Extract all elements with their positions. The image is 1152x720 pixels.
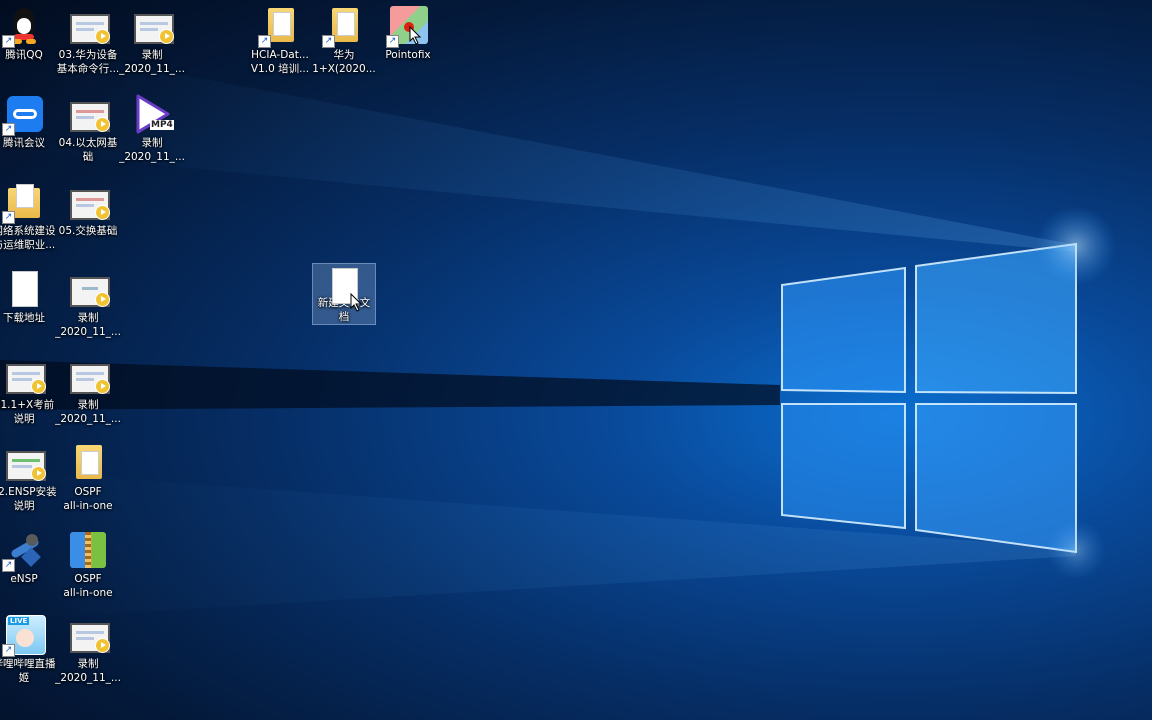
desktop-icon-network-folder[interactable]: ↗ 网络系统建设 与运维职业... bbox=[0, 178, 56, 262]
video-file-icon bbox=[68, 94, 110, 134]
icon-label: 网络系统建设 与运维职业... bbox=[0, 225, 56, 251]
icon-label: 腾讯QQ bbox=[5, 49, 43, 61]
desktop-icon-exam-notes-video[interactable]: 01.1+X考前 说明 bbox=[0, 352, 56, 436]
shortcut-arrow-icon: ↗ bbox=[2, 644, 15, 657]
icon-label: 腾讯会议 bbox=[3, 137, 45, 149]
video-file-icon bbox=[68, 615, 110, 655]
icon-label: 下载地址 bbox=[3, 312, 45, 324]
play-badge-icon bbox=[95, 292, 110, 307]
play-badge-icon bbox=[95, 117, 110, 132]
folder-icon: ↗ bbox=[2, 182, 44, 224]
desktop-icon-download-address[interactable]: 下载地址 bbox=[0, 265, 56, 349]
desktop-icon-bilibili-live[interactable]: LIVE ↗ 哔哩哔哩直播 姬 bbox=[0, 611, 56, 695]
tencent-meeting-icon: ↗ bbox=[2, 94, 44, 136]
shortcut-arrow-icon: ↗ bbox=[2, 559, 15, 572]
shortcut-arrow-icon: ↗ bbox=[2, 123, 15, 136]
icon-label: HCIA-Dat... V1.0 培训... bbox=[250, 49, 310, 75]
desktop-icon-huawei-cli-video[interactable]: 03.华为设备 基本命令行... bbox=[56, 2, 120, 86]
folder-icon: ↗ bbox=[322, 6, 364, 48]
video-file-icon bbox=[68, 269, 110, 309]
icon-label: OSPF all-in-one bbox=[63, 573, 113, 599]
desktop-icon-new-text-document[interactable]: 新建文本文档 bbox=[312, 263, 376, 325]
desktop-icon-switching-video[interactable]: 05.交换基础 bbox=[56, 178, 120, 262]
play-badge-icon bbox=[95, 205, 110, 220]
desktop-icon-pointofix[interactable]: ↗ Pointofix bbox=[376, 2, 440, 86]
qq-penguin-icon: ↗ bbox=[2, 6, 44, 48]
icon-label: 录制 _2020_11_... bbox=[55, 658, 121, 684]
icon-label: 华为 1+X(2020... bbox=[312, 49, 376, 75]
icon-label: 05.交换基础 bbox=[58, 225, 118, 237]
icon-label: 录制 _2020_11_... bbox=[55, 312, 121, 338]
icon-label: 03.华为设备 基本命令行... bbox=[56, 49, 120, 75]
desktop-icon-ethernet-video[interactable]: 04.以太网基 础 bbox=[56, 90, 120, 174]
play-badge-icon bbox=[95, 29, 110, 44]
icon-label: 哔哩哔哩直播 姬 bbox=[0, 658, 56, 684]
desktop-icon-qq[interactable]: ↗ 腾讯QQ bbox=[0, 2, 56, 86]
window-pane-bottom-left bbox=[782, 404, 905, 528]
play-badge-icon bbox=[95, 379, 110, 394]
desktop-icon-ospf-doc[interactable]: OSPF all-in-one bbox=[56, 439, 120, 523]
icon-label: 录制 _2020_11_... bbox=[119, 49, 185, 75]
window-pane-top-left bbox=[782, 268, 905, 392]
mp4-video-icon: MP4 bbox=[132, 94, 174, 134]
live-badge: LIVE bbox=[8, 617, 30, 625]
mp4-badge: MP4 bbox=[150, 120, 174, 130]
text-document-icon bbox=[324, 268, 364, 304]
video-file-icon bbox=[4, 356, 46, 396]
icon-label: 录制 _2020_11_... bbox=[119, 137, 185, 163]
video-file-icon bbox=[68, 182, 110, 222]
icon-label: 录制 _2020_11_... bbox=[55, 399, 121, 425]
desktop-icon-huawei-1x[interactable]: ↗ 华为 1+X(2020... bbox=[312, 2, 376, 86]
shortcut-arrow-icon: ↗ bbox=[2, 211, 15, 224]
shortcut-arrow-icon: ↗ bbox=[258, 35, 271, 48]
mouse-cursor-icon bbox=[350, 293, 363, 312]
icon-label: OSPF all-in-one bbox=[63, 486, 113, 512]
shortcut-arrow-icon: ↗ bbox=[2, 35, 15, 48]
desktop-icon-recording-4[interactable]: 录制 _2020_11_... bbox=[55, 352, 121, 436]
play-badge-icon bbox=[95, 638, 110, 653]
icon-label: 01.1+X考前 说明 bbox=[0, 399, 55, 425]
desktop-icon-recording-3[interactable]: 录制 _2020_11_... bbox=[55, 265, 121, 349]
desktop-icon-recording-1[interactable]: 录制 _2020_11_... bbox=[119, 2, 185, 86]
play-badge-icon bbox=[31, 379, 46, 394]
icon-label: eNSP bbox=[10, 573, 38, 585]
ensp-app-icon: ↗ bbox=[2, 530, 44, 572]
icon-label: 02.ENSP安装 说明 bbox=[0, 486, 57, 512]
video-file-icon bbox=[132, 6, 174, 46]
icon-label: 04.以太网基 础 bbox=[58, 137, 118, 163]
icon-label: Pointofix bbox=[385, 49, 431, 61]
desktop-icon-ospf-archive[interactable]: OSPF all-in-one bbox=[56, 526, 120, 610]
desktop-icon-recording-mp4[interactable]: MP4 录制 _2020_11_... bbox=[119, 90, 185, 174]
folder-document-icon bbox=[68, 443, 108, 483]
desktop-icon-hcia-datacom[interactable]: ↗ HCIA-Dat... V1.0 培训... bbox=[248, 2, 312, 86]
folder-icon: ↗ bbox=[258, 6, 300, 48]
play-badge-icon bbox=[31, 466, 46, 481]
desktop-icon-tencent-meeting[interactable]: ↗ 腾讯会议 bbox=[0, 90, 56, 174]
video-file-icon bbox=[68, 6, 110, 46]
shortcut-arrow-icon: ↗ bbox=[322, 35, 335, 48]
window-pane-bottom-right bbox=[916, 404, 1076, 552]
archive-icon bbox=[68, 530, 108, 570]
play-badge-icon bbox=[159, 29, 174, 44]
video-file-icon bbox=[4, 443, 46, 483]
shortcut-arrow-icon: ↗ bbox=[386, 35, 399, 48]
desktop-icon-ensp-install-video[interactable]: 02.ENSP安装 说明 bbox=[0, 439, 57, 523]
pen-cursor-icon bbox=[409, 26, 422, 45]
desktop-icon-recording-5[interactable]: 录制 _2020_11_... bbox=[55, 611, 121, 695]
video-file-icon bbox=[68, 356, 110, 396]
desktop-icon-ensp[interactable]: ↗ eNSP bbox=[0, 526, 56, 610]
text-document-icon bbox=[4, 269, 44, 309]
bilibili-live-icon: LIVE ↗ bbox=[2, 615, 46, 657]
